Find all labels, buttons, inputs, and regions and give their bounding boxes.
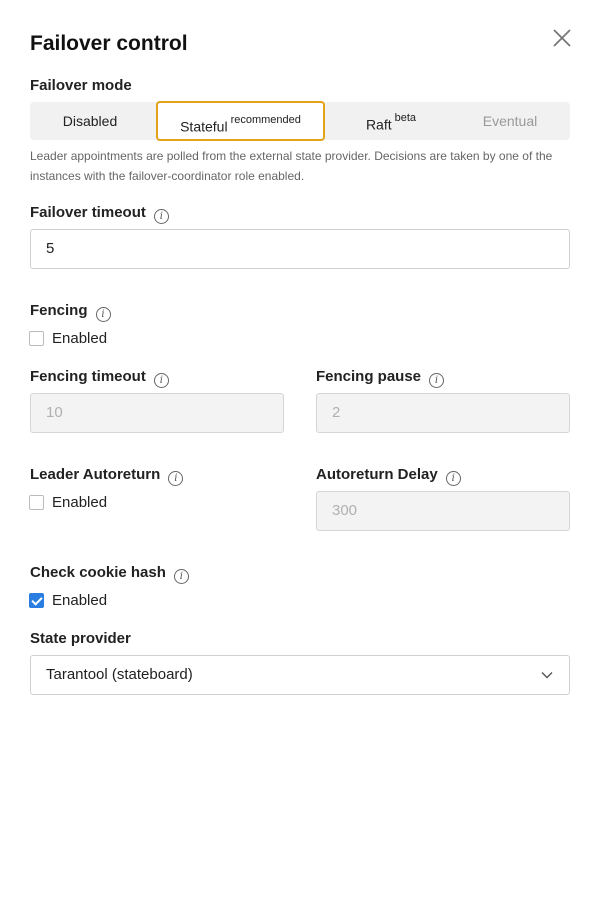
option-label: Eventual — [482, 113, 538, 129]
info-icon[interactable]: i — [445, 471, 461, 486]
label-text: Check cookie hash — [30, 564, 166, 581]
info-icon[interactable]: i — [173, 569, 189, 584]
option-label: Stateful — [180, 118, 228, 135]
fencing-label: Fencing i — [30, 302, 111, 322]
label-text: Fencing pause — [316, 368, 422, 385]
failover-mode-label: Failover mode — [30, 77, 132, 94]
failover-mode-help-text: Leader appointments are polled from the … — [30, 149, 553, 183]
fencing-timeout-label: Fencing timeout i — [30, 368, 169, 388]
failover-mode-disabled-option[interactable]: Disabled — [30, 102, 150, 140]
close-button[interactable] — [550, 26, 574, 50]
leader-autoreturn-label: Leader Autoreturn i — [30, 466, 184, 486]
failover-mode-eventual-option: Eventual — [450, 102, 570, 140]
fencing-pause-label: Fencing pause i — [316, 368, 445, 388]
leader-autoreturn-checkbox[interactable] — [29, 495, 44, 510]
selected-value: Tarantool (stateboard) — [46, 666, 193, 683]
option-label: Disabled — [62, 113, 118, 129]
failover-timeout-input[interactable]: 5 — [30, 229, 570, 269]
info-icon[interactable]: i — [153, 373, 169, 388]
info-icon[interactable]: i — [429, 373, 445, 388]
check-cookie-hash-label: Check cookie hash i — [30, 564, 189, 584]
dialog-title: Failover control — [30, 32, 188, 55]
label-text: Failover timeout — [30, 204, 146, 221]
close-icon — [553, 29, 571, 47]
failover-mode-stateful-option[interactable]: Stateful recommended — [156, 101, 325, 141]
label-text: Autoreturn Delay — [316, 466, 438, 483]
chevron-down-icon — [541, 672, 553, 679]
check-cookie-hash-checkbox-label[interactable]: Enabled — [52, 592, 107, 609]
state-provider-label: State provider — [30, 630, 131, 647]
fencing-checkbox[interactable] — [29, 331, 44, 346]
recommended-badge: recommended — [230, 114, 301, 126]
beta-badge: beta — [394, 112, 417, 124]
label-text: Leader Autoreturn — [30, 466, 161, 483]
autoreturn-delay-input: 300 — [316, 491, 570, 531]
label-text: Fencing timeout — [30, 368, 146, 385]
fencing-pause-input: 2 — [316, 393, 570, 433]
fencing-timeout-input: 10 — [30, 393, 284, 433]
info-icon[interactable]: i — [168, 471, 184, 486]
autoreturn-delay-label: Autoreturn Delay i — [316, 466, 461, 486]
leader-autoreturn-checkbox-label[interactable]: Enabled — [52, 494, 107, 511]
option-label: Raft — [365, 116, 392, 133]
info-icon[interactable]: i — [153, 209, 169, 224]
check-cookie-hash-checkbox[interactable] — [29, 593, 44, 608]
fencing-checkbox-label[interactable]: Enabled — [52, 330, 107, 347]
failover-mode-selector: Disabled Stateful recommended Raft beta Ev… — [30, 101, 570, 141]
failover-mode-raft-option[interactable]: Raft beta — [330, 102, 452, 140]
failover-timeout-label: Failover timeout i — [30, 204, 169, 224]
state-provider-select[interactable]: Tarantool (stateboard) — [30, 655, 570, 695]
info-icon[interactable]: i — [95, 307, 111, 322]
label-text: Fencing — [30, 302, 88, 319]
